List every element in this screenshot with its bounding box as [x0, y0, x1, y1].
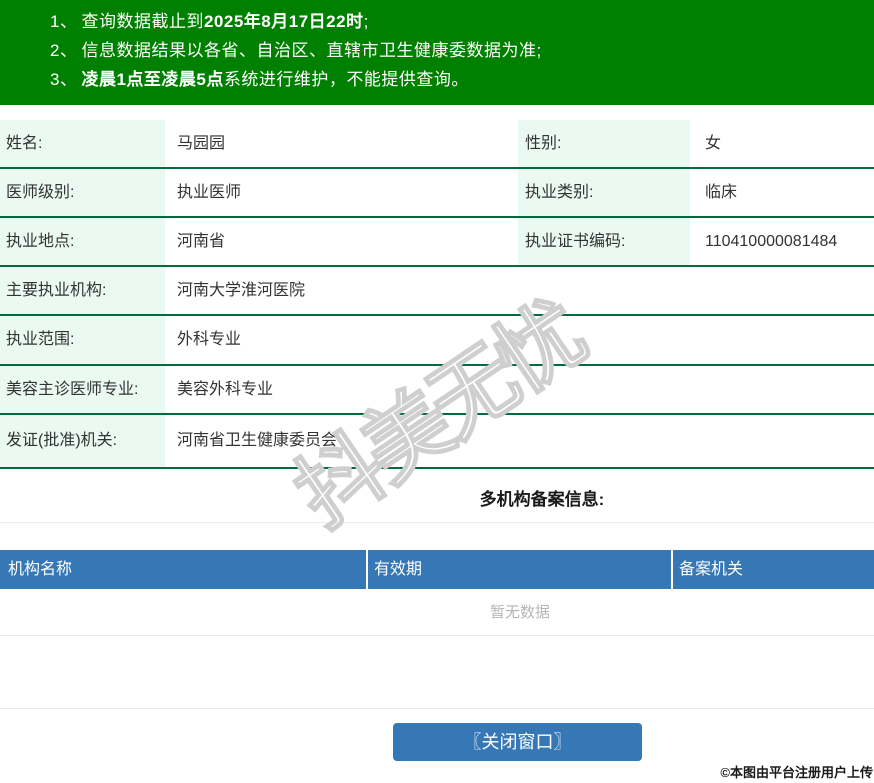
field-label: 美容主诊医师专业:: [0, 365, 165, 414]
notice-text-bold: 凌晨1点至凌晨5点: [81, 70, 224, 89]
section-divider: [0, 522, 874, 523]
filing-col-institution-name: 机构名称: [8, 561, 73, 578]
row-cosmetic-specialty: 美容主诊医师专业: 美容外科专业: [0, 365, 874, 414]
filing-col-validity-period: 有效期: [366, 550, 671, 589]
row-level-category: 医师级别: 执业医师 执业类别: 临床: [0, 168, 874, 217]
field-label: 医师级别:: [0, 168, 165, 217]
field-value: 河南大学淮河医院: [177, 282, 306, 299]
notice-banner: 1、 查询数据截止到2025年8月17日22时; 2、 信息数据结果以各省、自治区、…: [0, 0, 874, 105]
filing-section-title: 多机构备案信息:: [479, 490, 605, 509]
notice-text: 查询数据截止到: [81, 12, 204, 31]
notice-line-3: 3、 凌晨1点至凌晨5点系统进行维护，不能提供查询。: [50, 65, 864, 94]
row-name-gender: 姓名: 马园园 性别: 女: [0, 120, 874, 168]
row-main-institution: 主要执业机构: 河南大学淮河医院: [0, 266, 874, 315]
field-value: 美容外科专业: [177, 381, 274, 398]
field-label: 姓名:: [0, 120, 165, 168]
notice-line-1: 1、 查询数据截止到2025年8月17日22时;: [50, 7, 864, 36]
field-value: 女: [705, 135, 722, 152]
notice-text: ;: [363, 12, 369, 31]
notice-text-bold: 2025年8月17日22时: [203, 12, 364, 31]
filing-table-header: 机构名称 有效期 备案机关: [0, 550, 874, 589]
filing-col-filing-authority: 备案机关: [671, 550, 874, 589]
notice-line-number: 2、: [50, 41, 78, 60]
row-practice-scope: 执业范围: 外科专业: [0, 315, 874, 365]
field-value: 河南省卫生健康委员会: [177, 432, 338, 449]
field-label: 执业范围:: [0, 315, 165, 365]
notice-text: 系统进行维护，不能提供查询。: [223, 70, 469, 89]
notice-line-number: 3、: [50, 70, 78, 89]
field-value: 110410000081484: [705, 233, 838, 250]
copyright-watermark: ©本图由平台注册用户上传: [720, 765, 873, 780]
notice-line-2: 2、 信息数据结果以各省、自治区、直辖市卫生健康委数据为准;: [50, 36, 864, 65]
field-value: 外科专业: [177, 331, 242, 348]
empty-data-text: 暂无数据: [489, 604, 550, 621]
field-label: 执业地点:: [0, 217, 165, 266]
content-spacer: [0, 636, 874, 709]
close-window-button[interactable]: 〖关闭窗口〗: [393, 723, 642, 761]
row-issuing-authority: 发证(批准)机关: 河南省卫生健康委员会: [0, 414, 874, 468]
filing-empty-state: 暂无数据: [0, 589, 874, 636]
practitioner-info-table: 姓名: 马园园 性别: 女 医师级别: 执业医师 执业类别: 临床 执业地点: …: [0, 120, 874, 469]
notice-text: 信息数据结果以各省、自治区、直辖市卫生健康委数据为准;: [81, 41, 542, 60]
field-value: 河南省: [177, 233, 226, 250]
field-label: 执业类别:: [518, 168, 690, 217]
field-label: 执业证书编码:: [518, 217, 690, 266]
field-value: 马园园: [177, 135, 226, 152]
notice-line-number: 1、: [50, 12, 78, 31]
field-value: 执业医师: [177, 184, 242, 201]
field-label: 性别:: [518, 120, 690, 168]
field-value: 临床: [705, 184, 738, 201]
field-label: 主要执业机构:: [0, 266, 165, 315]
row-location-certificate: 执业地点: 河南省 执业证书编码: 110410000081484: [0, 217, 874, 266]
field-label: 发证(批准)机关:: [0, 414, 165, 468]
